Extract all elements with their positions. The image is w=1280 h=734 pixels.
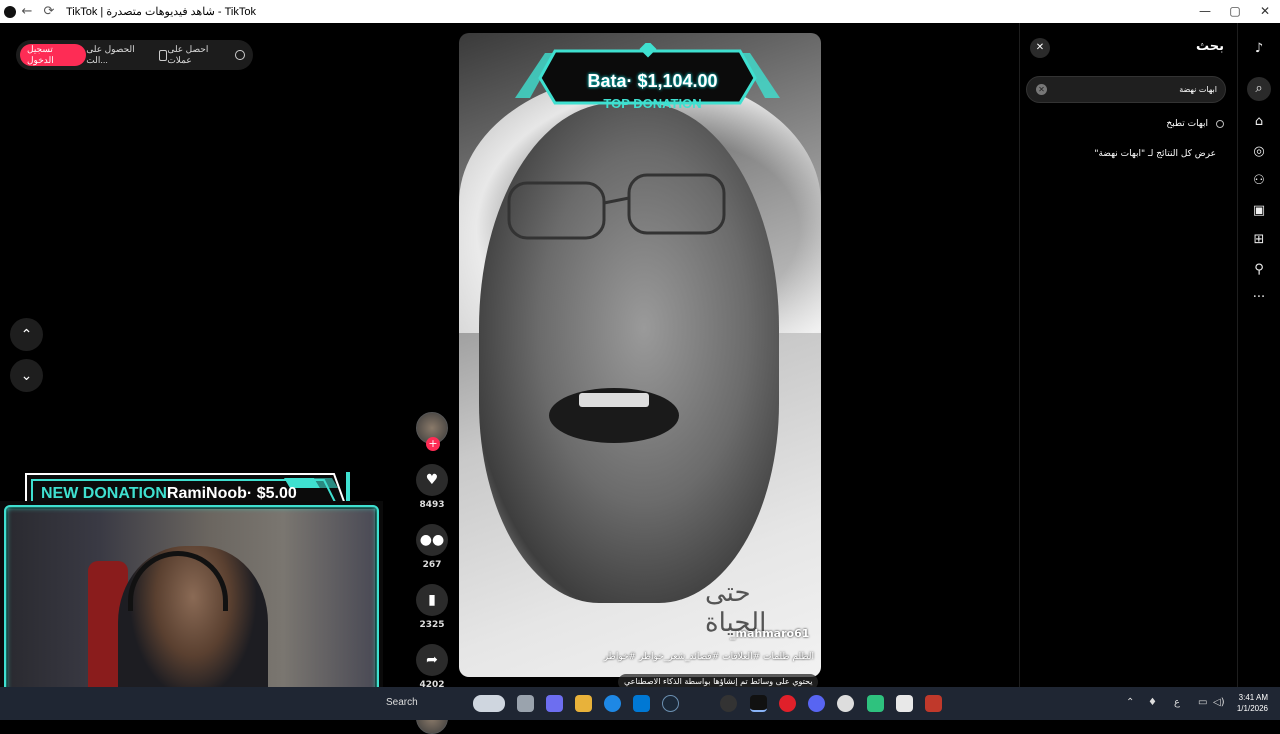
top-donation-label: TOP DONATION [603,96,702,111]
following-icon[interactable]: ⚇ [1247,169,1271,193]
new-donation-label: NEW DONATION [41,485,167,502]
next-video-button[interactable]: ⌄ [10,359,43,392]
search-suggestion[interactable]: ابهات تطبخ [1166,119,1224,129]
search-box: ✕ [1026,76,1226,103]
phone-icon [158,49,168,61]
login-button[interactable]: تسجيل الدخول [20,44,87,66]
search-input[interactable] [1053,77,1217,102]
app-green-icon[interactable] [867,695,884,712]
display-icon[interactable]: ▭ [1198,697,1207,708]
taskbar-clock[interactable]: 3:41 AM 1/1/2026 [1237,692,1268,714]
maximize-button[interactable]: ▢ [1220,0,1250,23]
minimize-button[interactable]: — [1190,0,1220,23]
comment-icon[interactable]: ●● [416,524,448,556]
new-donation-value: RamiNoob· $5.00 [166,485,297,502]
window-title: TikTok | شاهد فيديوهات متصدرة - TikTok [66,6,256,18]
opera-icon[interactable] [779,695,796,712]
suggestion-label: ابهات تطبخ [1166,119,1208,129]
profile-icon[interactable]: ⚲ [1247,258,1271,282]
comment-action[interactable]: ●● 267 [414,524,450,570]
video-frame-teeth [579,393,649,407]
follow-plus-icon[interactable]: + [426,437,440,451]
window-titlebar: ← ⟳ TikTok | شاهد فيديوهات متصدرة - TikT… [0,0,1280,23]
video-frame-glasses [507,173,726,240]
microphone-icon[interactable]: ♦ [1148,697,1157,708]
save-count: 2325 [419,620,445,630]
comment-count: 267 [422,560,442,570]
app-tv-icon[interactable] [896,695,913,712]
outlook-icon[interactable] [633,695,650,712]
back-icon[interactable]: ← [16,4,38,19]
search-icon [1216,120,1224,128]
get-coins-label: احصل على عملات [167,44,209,65]
clock-date: 1/1/2026 [1236,704,1268,713]
close-button[interactable]: ✕ [1250,0,1280,23]
explore-icon[interactable]: ◎ [1247,140,1271,164]
share-icon[interactable]: ➦ [416,644,448,676]
tiktok-logo-icon [4,5,16,18]
app-4k-icon[interactable] [720,695,737,712]
file-explorer-icon[interactable] [575,695,592,712]
discord-icon[interactable] [808,695,825,712]
chevron-down-icon: ⌄ [20,367,33,384]
chevron-up-icon: ⌃ [20,326,33,343]
save-action[interactable]: ▮ 2325 [414,584,450,630]
windows-taskbar: Search ⌃ ♦ ع ▭ ◁) 3:41 AM 1/1/2026 [0,687,1280,720]
clear-search-icon[interactable]: ✕ [1036,84,1047,95]
coin-icon [235,50,246,60]
tiktok-taskbar-icon[interactable] [750,695,767,712]
bookmark-icon[interactable]: ▮ [416,584,448,616]
refresh-icon[interactable]: ⟳ [38,4,60,19]
search-panel-title: بحث [1195,39,1224,54]
video-caption: الظلم ظلمات #العلاقات #قصائد_شعر_خواطر #… [603,652,814,662]
search-panel: ✕ بحث ✕ ابهات تطبخ عرض كل النتائج لـ "اب… [1019,23,1236,687]
search-highlight-icon[interactable] [473,695,505,712]
home-icon[interactable]: ⌂ [1247,110,1271,134]
heart-icon[interactable]: ♥ [416,464,448,496]
get-coins-link[interactable]: احصل على عملات [167,44,246,66]
tiktok-logo-icon[interactable]: ♪ [1247,37,1271,61]
top-actions-pill: تسجيل الدخول الحصول على الت... احصل على … [16,40,253,70]
widgets-icon[interactable] [546,695,563,712]
edge-icon[interactable] [604,695,621,712]
view-all-results-link[interactable]: عرض كل النتائج لـ "ابهات نهضة" [1094,149,1216,159]
previous-video-button[interactable]: ⌃ [10,318,43,351]
task-view-icon[interactable] [517,695,534,712]
steam-icon[interactable] [662,695,679,712]
nav-rail: ♪ ⌕ ⌂ ◎ ⚇ ▣ ⊞ ⚲ ··· [1237,23,1280,687]
video-author[interactable]: _mahmaro61 [730,627,809,640]
top-donation-amount: Bata· $1,104.00 [587,71,718,91]
creator-avatar[interactable]: + [416,412,448,451]
chevron-up-tray-icon[interactable]: ⌃ [1126,697,1134,708]
get-app-label: الحصول على الت... [86,44,135,65]
share-action[interactable]: ➦ 4202 [414,644,450,690]
like-count: 8493 [419,500,445,510]
window-controls: — ▢ ✕ [1190,0,1280,23]
more-icon[interactable]: ··· [1247,286,1271,310]
video-actions: + ♥ 8493 ●● 267 ▮ 2325 ➦ 4202 [414,412,450,734]
upload-icon[interactable]: ⊞ [1247,228,1271,252]
obs-icon[interactable] [837,695,854,712]
like-action[interactable]: ♥ 8493 [414,464,450,510]
close-search-icon[interactable]: ✕ [1030,38,1050,58]
search-icon[interactable]: ⌕ [1247,77,1271,101]
live-icon[interactable]: ▣ [1247,199,1271,223]
language-indicator[interactable]: ع [1174,697,1180,708]
app-tf-icon[interactable] [925,695,942,712]
volume-icon[interactable]: ◁) [1213,697,1225,708]
taskbar-search[interactable]: Search [386,697,418,708]
clock-time: 3:41 AM [1238,693,1268,702]
get-app-link[interactable]: الحصول على الت... [86,44,168,66]
webcam-frame [4,505,379,715]
